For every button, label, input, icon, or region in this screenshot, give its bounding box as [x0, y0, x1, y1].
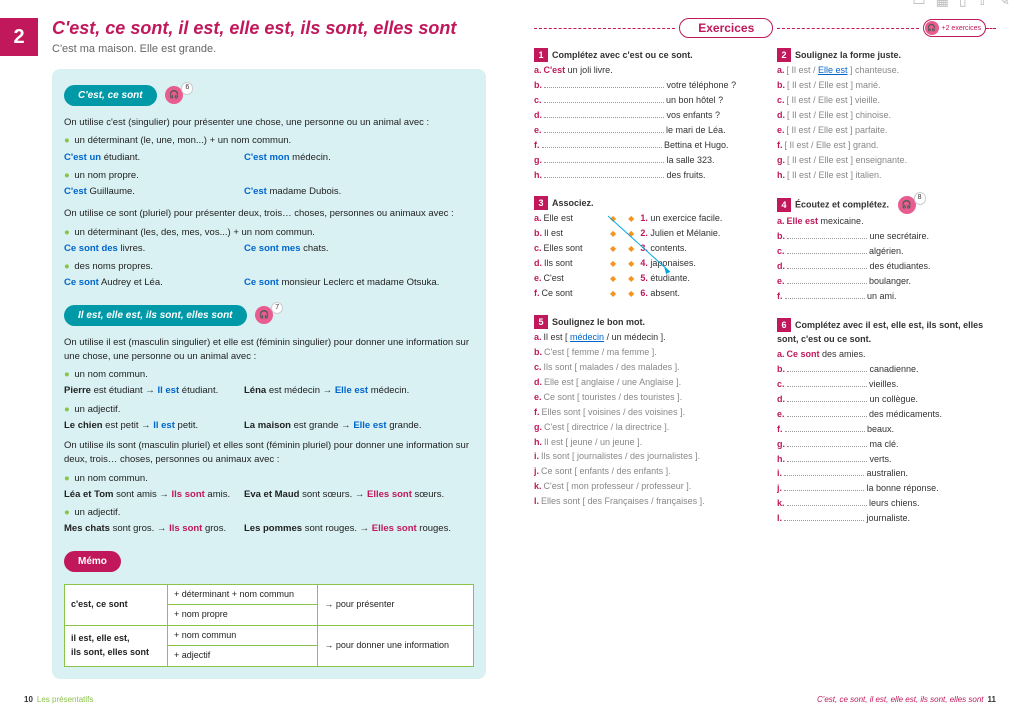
- book-icon[interactable]: ▭: [912, 0, 925, 9]
- footer-right: C'est, ce sont, il est, elle est, ils so…: [817, 695, 996, 704]
- share-icon[interactable]: ⇧: [977, 0, 989, 9]
- exercise-4: 4Écoutez et complétez. 🎧8 a.Elle est mex…: [777, 196, 996, 304]
- assoc-row: c.Elles sont◆◆3. contents.: [534, 242, 753, 256]
- footer-left: 10Les présentatifs: [24, 695, 93, 704]
- exercise-3: 3Associez. a.Elle est◆◆1. un exercice fa…: [534, 196, 753, 301]
- section1-pill: C'est, ce sont: [64, 85, 157, 106]
- assoc-row: f.Ce sont◆◆6. absent.: [534, 287, 753, 301]
- exercices-pill: Exercices: [679, 18, 773, 38]
- lesson-title: C'est, ce sont, il est, elle est, ils so…: [52, 18, 486, 39]
- exercise-2: 2Soulignez la forme juste. a.[ Il est / …: [777, 48, 996, 182]
- exercise-6: 6Complétez avec il est, elle est, ils so…: [777, 318, 996, 526]
- lesson-box: C'est, ce sont 🎧6 On utilise c'est (sing…: [52, 69, 486, 679]
- extra-exercices-badge[interactable]: 🎧 +2 exercices: [923, 19, 987, 37]
- audio-icon[interactable]: 🎧6: [165, 86, 183, 104]
- exercices-header: Exercices 🎧 +2 exercices: [534, 18, 996, 38]
- annotate-icon[interactable]: ✎: [998, 0, 1010, 9]
- audio-track-num: 6: [181, 82, 193, 95]
- reader-toolbar: ▭ ▦ ▯ ⇧ ✎: [912, 0, 1010, 9]
- audio-track-num: 7: [271, 302, 283, 315]
- assoc-row: e.C'est◆◆5. étudiante.: [534, 272, 753, 286]
- section2-pill: Il est, elle est, ils sont, elles sont: [64, 305, 247, 326]
- rule-text: On utilise c'est (singulier) pour présen…: [64, 116, 474, 130]
- assoc-row: b.Il est◆◆2. Julien et Mélanie.: [534, 227, 753, 241]
- page-right: ▭ ▦ ▯ ⇧ ✎ Exercices 🎧 +2 exercices 1Comp…: [510, 0, 1020, 710]
- grid-icon[interactable]: ▦: [936, 0, 949, 9]
- lesson-subtitle: C'est ma maison. Elle est grande.: [52, 43, 486, 55]
- unit-number-tab: 2: [0, 18, 38, 56]
- audio-icon[interactable]: 🎧7: [255, 306, 273, 324]
- headset-icon: 🎧: [925, 21, 939, 35]
- memo-pill: Mémo: [64, 551, 121, 572]
- assoc-row: a.Elle est◆◆1. un exercice facile.: [534, 212, 753, 226]
- assoc-row: d.Ils sont◆◆4. japonaises.: [534, 257, 753, 271]
- exercise-1: 1Complétez avec c'est ou ce sont. a.C'es…: [534, 48, 753, 182]
- memo-table: c'est, ce sont + déterminant + nom commu…: [64, 584, 474, 667]
- exercise-5: 5Soulignez le bon mot. a.Il est [ médeci…: [534, 315, 753, 509]
- layers-icon[interactable]: ▯: [959, 0, 967, 9]
- page-left: 2 C'est, ce sont, il est, elle est, ils …: [0, 0, 510, 710]
- audio-icon[interactable]: 🎧8: [898, 196, 916, 214]
